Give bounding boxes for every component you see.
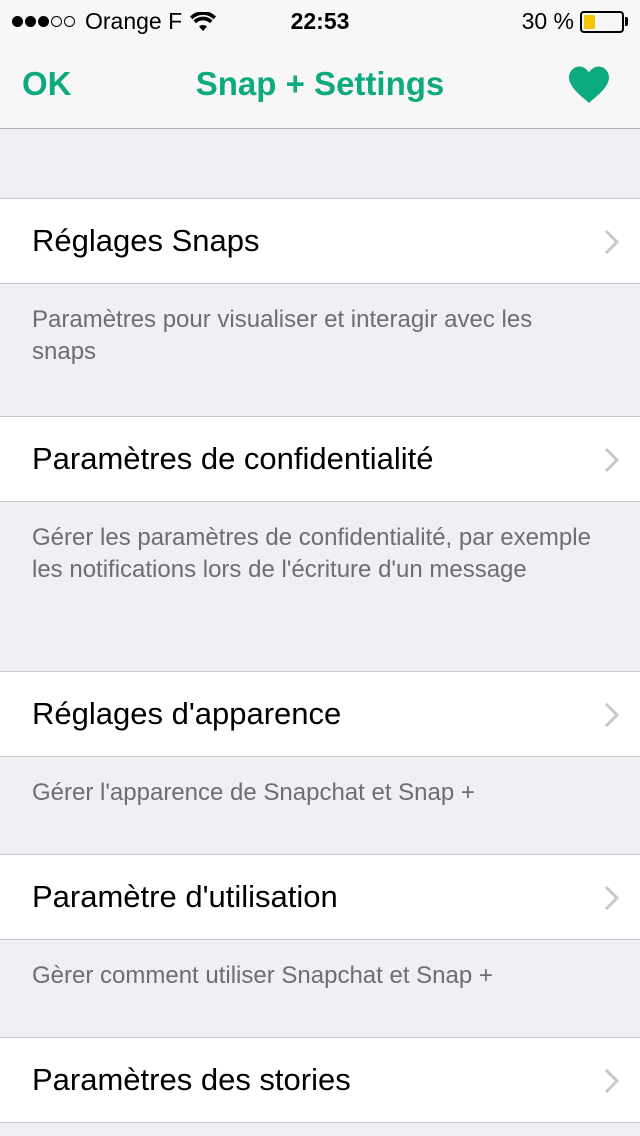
- page-title: Snap + Settings: [195, 65, 445, 102]
- settings-item-privacy[interactable]: Paramètres de confidentialité: [0, 416, 640, 502]
- chevron-right-icon: [604, 885, 620, 911]
- chevron-right-icon: [604, 229, 620, 255]
- status-bar: Orange F 22:53 30 %: [0, 0, 640, 40]
- section-footer: Gèrer comment utiliser Snapchat et Snap …: [32, 962, 493, 989]
- section-footer: Gérer les paramètres de confidentialité,…: [32, 524, 591, 583]
- battery-percentage: 30 %: [521, 8, 574, 34]
- heart-icon[interactable]: [568, 66, 610, 104]
- settings-item-stories[interactable]: Paramètres des stories: [0, 1037, 640, 1123]
- settings-item-appearance[interactable]: Réglages d'apparence: [0, 671, 640, 757]
- chevron-right-icon: [604, 447, 620, 473]
- settings-item-label: Réglages d'apparence: [32, 696, 342, 731]
- section-footer: Gérer l'apparence de Snapchat et Snap +: [32, 779, 475, 806]
- settings-item-label: Paramètres de confidentialité: [32, 441, 434, 476]
- status-right: 30 %: [522, 8, 628, 35]
- settings-item-label: Paramètres des stories: [32, 1062, 351, 1097]
- navigation-bar: OK Snap + Settings: [0, 40, 640, 129]
- battery-tip: [625, 17, 628, 26]
- settings-item-usage[interactable]: Paramètre d'utilisation: [0, 854, 640, 940]
- chevron-right-icon: [604, 1068, 620, 1094]
- battery-icon: [580, 10, 624, 33]
- settings-item-snaps[interactable]: Réglages Snaps: [0, 198, 640, 284]
- settings-list: Réglages Snaps Paramètres pour visualise…: [0, 129, 640, 1123]
- battery-level: [584, 14, 595, 29]
- section-footer: Paramètres pour visualiser et interagir …: [32, 306, 533, 365]
- settings-item-label: Réglages Snaps: [32, 223, 260, 258]
- chevron-right-icon: [604, 702, 620, 728]
- settings-item-label: Paramètre d'utilisation: [32, 879, 338, 914]
